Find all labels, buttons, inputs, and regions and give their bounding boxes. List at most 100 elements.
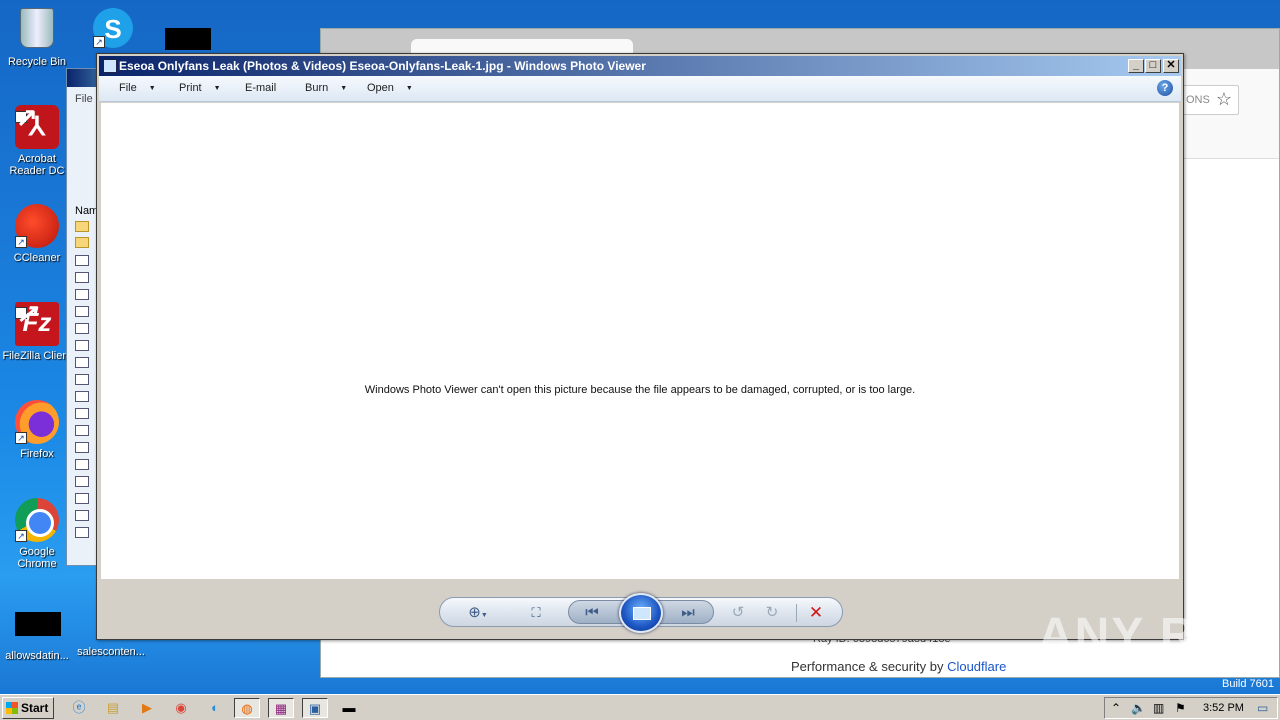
desktop-icon-chrome[interactable]: ↗ Google Chrome <box>0 498 74 570</box>
network-icon[interactable]: ▥ <box>1153 701 1164 715</box>
menu-file[interactable]: File ▼ <box>119 82 156 94</box>
photo-viewer-title-bar[interactable]: Eseoa Onlyfans Leak (Photos & Videos) Es… <box>99 56 1181 76</box>
file-row-icon[interactable] <box>75 408 89 419</box>
star-icon[interactable]: ☆ <box>1216 89 1232 110</box>
photo-viewer-menu-bar: File ▼ Print ▼ E-mail Burn ▼ Open ▼ ? <box>99 76 1181 102</box>
show-desktop-icon[interactable]: ▭ <box>1257 701 1268 715</box>
shortcut-arrow-icon: ↗ <box>15 102 38 132</box>
menu-file-label: File <box>119 82 137 94</box>
file-row-icon[interactable] <box>75 459 89 470</box>
explorer-menu-file[interactable]: File <box>75 93 93 105</box>
file-row-icon[interactable] <box>75 272 89 283</box>
file-row-icon[interactable] <box>75 289 89 300</box>
desktop-icon-label: Firefox <box>20 448 54 460</box>
menu-email[interactable]: E-mail <box>245 82 276 94</box>
desktop-icon-filezilla[interactable]: Fz ↗ FileZilla Client <box>0 298 74 362</box>
dropdown-arrow-icon: ▼ <box>148 84 156 92</box>
help-icon[interactable]: ? <box>1157 80 1173 96</box>
winrar-taskbar-icon[interactable]: ▦ <box>268 698 294 718</box>
chrome-taskbar-icon[interactable]: ◉ <box>168 698 194 718</box>
windows-build-label: Build 7601 <box>1222 678 1274 690</box>
menu-open[interactable]: Open ▼ <box>367 82 413 94</box>
maximize-button[interactable]: □ <box>1145 59 1161 73</box>
ie-icon[interactable]: ⓔ <box>66 698 92 718</box>
show-hidden-icons-icon[interactable]: ⌃ <box>1111 701 1121 715</box>
file-row-icon[interactable] <box>75 425 89 436</box>
firefox-taskbar-icon[interactable]: ◍ <box>234 698 260 718</box>
file-row-icon[interactable] <box>75 221 89 232</box>
menu-open-label: Open <box>367 82 394 94</box>
zoom-icon[interactable]: ⊕▼ <box>468 603 488 623</box>
file-row-icon[interactable] <box>75 306 89 317</box>
filezilla-icon: Fz ↗ <box>15 298 59 346</box>
explorer-column-name[interactable]: Nam <box>75 205 98 217</box>
shortcut-arrow-icon: ↗ <box>15 298 38 328</box>
file-thumbnail-icon <box>15 612 61 646</box>
chrome-icon: ↗ <box>15 498 59 542</box>
desktop-icon-label: salesconten... <box>77 646 145 658</box>
file-row-icon[interactable] <box>75 340 89 351</box>
slideshow-button[interactable] <box>619 593 663 633</box>
file-row-icon[interactable] <box>75 323 89 334</box>
file-row-icon[interactable] <box>75 391 89 402</box>
rotate-counterclockwise-icon[interactable]: ↺ <box>728 603 748 623</box>
anyrun-watermark: ANY RUN <box>1038 609 1270 662</box>
shortcut-arrow-icon: ↗ <box>93 36 105 48</box>
desktop-icon-skype[interactable]: S ↗ <box>76 8 150 52</box>
desktop-icon-label: CCleaner <box>13 252 61 264</box>
control-bar: ⊕▼ ⛶ ⏮ ⏭ ↺ ↻ ✕ <box>439 593 843 633</box>
delete-icon[interactable]: ✕ <box>806 603 826 623</box>
firefox-icon: ↗ <box>15 400 59 444</box>
photo-viewer-window[interactable]: Eseoa Onlyfans Leak (Photos & Videos) Es… <box>96 53 1184 640</box>
next-icon[interactable]: ⏭ <box>678 603 698 623</box>
recycle-bin-icon <box>15 8 59 52</box>
file-row-icon[interactable] <box>75 237 89 248</box>
close-button[interactable]: ✕ <box>1163 59 1179 73</box>
menu-print[interactable]: Print ▼ <box>179 82 221 94</box>
clock[interactable]: 3:52 PM <box>1203 702 1244 714</box>
file-row-icon[interactable] <box>75 374 89 385</box>
file-row-icon[interactable] <box>75 255 89 266</box>
media-player-icon[interactable]: ▶ <box>134 698 160 718</box>
slideshow-icon <box>633 607 651 620</box>
window-title: Eseoa Onlyfans Leak (Photos & Videos) Es… <box>119 59 646 73</box>
file-row-icon[interactable] <box>75 357 89 368</box>
skype-icon: S ↗ <box>93 8 133 48</box>
action-center-flag-icon[interactable]: ⚑ <box>1175 701 1186 715</box>
cloudflare-link[interactable]: Cloudflare <box>947 659 1006 674</box>
rotate-clockwise-icon[interactable]: ↻ <box>762 603 782 623</box>
edge-icon[interactable]: ◐ <box>202 698 228 718</box>
start-button[interactable]: Start <box>2 697 54 719</box>
previous-icon[interactable]: ⏮ <box>582 603 602 623</box>
explorer-icon[interactable]: ▤ <box>100 698 126 718</box>
shortcut-arrow-icon: ↗ <box>15 236 27 248</box>
desktop-icon-firefox[interactable]: ↗ Firefox <box>0 400 74 460</box>
desktop-icon-ccleaner[interactable]: ↗ CCleaner <box>0 204 74 264</box>
menu-email-label: E-mail <box>245 82 277 94</box>
file-row-icon[interactable] <box>75 493 89 504</box>
bookmark-star-box[interactable]: ONS ☆ <box>1183 85 1239 115</box>
photo-viewer-app-icon <box>103 59 117 73</box>
volume-icon[interactable]: 🔈 <box>1131 701 1146 715</box>
desktop-icon-label: FileZilla Client <box>2 350 72 362</box>
cloudflare-footer: Performance & security by Cloudflare <box>791 659 1006 674</box>
file-row-icon[interactable] <box>75 527 89 538</box>
desktop-icon-allowsdating[interactable]: allowsdatin... <box>0 608 74 662</box>
photo-viewer-taskbar-icon[interactable]: ▣ <box>302 698 328 718</box>
actual-size-icon[interactable]: ⛶ <box>526 603 546 623</box>
cmd-icon[interactable]: ▬ <box>336 698 362 718</box>
desktop-icon-acrobat[interactable]: ⅄ ↗ Acrobat Reader DC <box>0 102 74 177</box>
file-row-icon[interactable] <box>75 442 89 453</box>
file-row-icon[interactable] <box>75 510 89 521</box>
desktop-icon-label: Recycle Bin <box>7 56 67 68</box>
menu-burn[interactable]: Burn ▼ <box>305 82 347 94</box>
cloudflare-footer-text: Performance & security by <box>791 659 948 674</box>
dropdown-arrow-icon: ▼ <box>213 84 221 92</box>
image-canvas: Windows Photo Viewer can't open this pic… <box>101 103 1179 579</box>
minimize-button[interactable]: _ <box>1128 59 1144 73</box>
system-tray: ⌃ 🔈 ▥ ⚑ 3:52 PM ▭ <box>1104 697 1278 719</box>
desktop-icon-recycle-bin[interactable]: Recycle Bin <box>0 6 74 68</box>
menu-print-label: Print <box>179 82 202 94</box>
file-row-icon[interactable] <box>75 476 89 487</box>
taskbar: Start ⓔ ▤ ▶ ◉ ◐ ◍ ▦ ▣ ▬ ⌃ 🔈 ▥ ⚑ 3:52 PM … <box>0 694 1280 720</box>
